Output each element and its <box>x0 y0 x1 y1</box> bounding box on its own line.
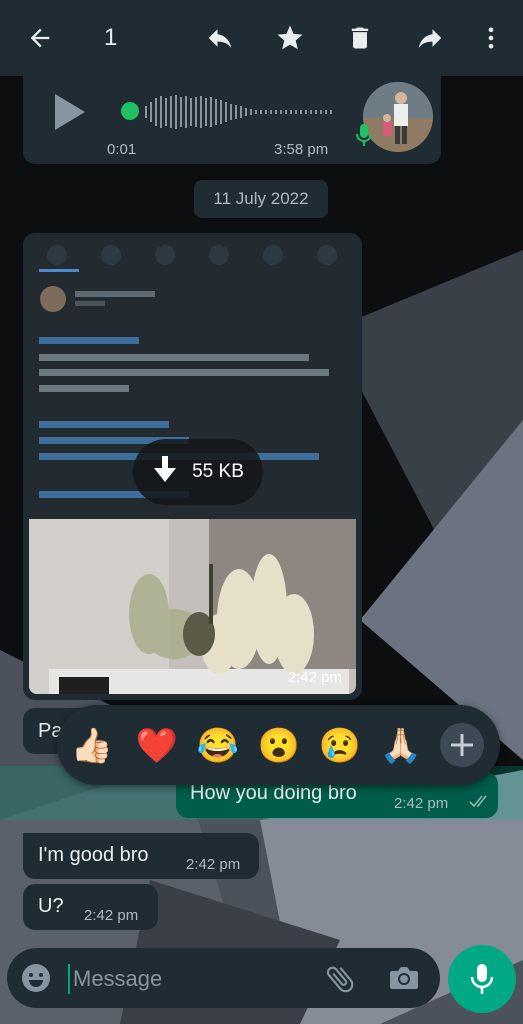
download-size: 55 KB <box>192 461 244 482</box>
back-arrow-icon[interactable] <box>24 22 56 54</box>
voice-time: 3:58 pm <box>274 141 329 158</box>
image-preview[interactable]: 55 KB 2:42 pm <box>29 239 356 694</box>
voice-duration: 0:01 <box>107 141 137 158</box>
camera-icon[interactable] <box>388 963 420 998</box>
mic-icon <box>470 964 494 994</box>
forward-icon[interactable] <box>414 22 446 54</box>
reaction-heart[interactable]: ❤️ <box>135 724 179 768</box>
voice-note-mic-icon <box>355 122 373 153</box>
message-text: How you doing bro <box>190 782 357 804</box>
emoji-icon[interactable] <box>20 962 52 999</box>
download-icon <box>152 454 178 490</box>
read-ticks-icon <box>469 794 491 813</box>
message-in[interactable]: I'm good bro 2:42 pm <box>23 833 259 879</box>
playback-position-dot[interactable] <box>121 102 139 120</box>
voice-record-button[interactable] <box>448 945 516 1013</box>
delete-icon[interactable] <box>344 22 376 54</box>
voice-message[interactable]: 0:01 3:58 pm <box>23 70 441 164</box>
message-composer <box>7 948 440 1008</box>
date-chip: 11 July 2022 <box>194 180 328 218</box>
message-input[interactable] <box>71 960 315 998</box>
more-reactions-button[interactable] <box>440 723 484 767</box>
play-icon[interactable] <box>53 92 87 137</box>
reaction-surprised[interactable]: 😮 <box>257 724 301 768</box>
message-in[interactable]: U? 2:42 pm <box>23 884 158 930</box>
reaction-laughing[interactable]: 😂 <box>196 724 240 768</box>
more-vert-icon[interactable] <box>475 22 507 54</box>
reaction-thumbs-up[interactable]: 👍🏻 <box>70 724 114 768</box>
message-text: U? <box>38 895 64 917</box>
image-time: 2:42 pm <box>287 669 342 686</box>
star-icon[interactable] <box>274 22 306 54</box>
waveform[interactable] <box>123 92 353 132</box>
message-text: I'm good bro <box>38 844 149 866</box>
text-cursor <box>68 964 70 994</box>
selected-count: 1 <box>104 24 118 51</box>
reaction-picker: 👍🏻 ❤️ 😂 😮 😢 🙏🏻 <box>57 705 500 785</box>
message-time: 2:42 pm <box>84 907 139 924</box>
message-time: 2:42 pm <box>394 795 449 812</box>
reaction-sad[interactable]: 😢 <box>318 724 362 768</box>
selection-toolbar: 1 <box>0 0 523 76</box>
reaction-pray[interactable]: 🙏🏻 <box>379 724 423 768</box>
download-button[interactable]: 55 KB <box>133 439 263 505</box>
plus-icon <box>451 734 473 756</box>
reply-icon[interactable] <box>204 22 236 54</box>
attach-icon[interactable] <box>323 962 357 1001</box>
image-message[interactable]: 55 KB 2:42 pm <box>23 233 362 700</box>
message-time: 2:42 pm <box>186 856 241 873</box>
avatar[interactable] <box>363 82 433 152</box>
